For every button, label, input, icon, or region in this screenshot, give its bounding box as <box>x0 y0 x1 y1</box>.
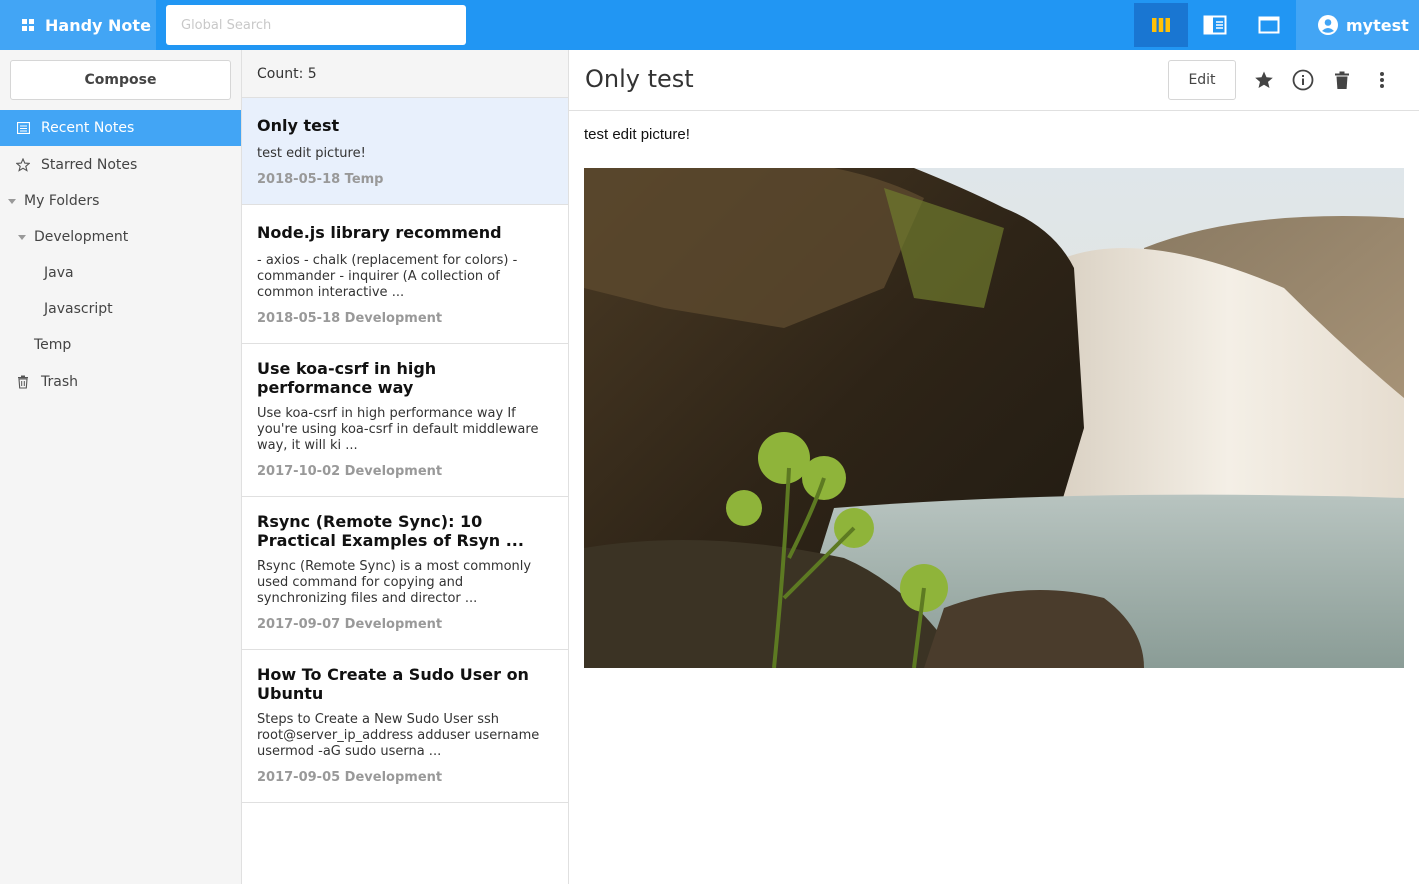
waterfall-image <box>584 168 1404 668</box>
note-list: Count: 5 Only test test edit picture! 20… <box>242 50 569 884</box>
user-name: mytest <box>1346 15 1409 35</box>
apps-grid-icon <box>22 19 34 31</box>
note-content: Only test Edit test edit picture! <box>569 50 1419 884</box>
star-icon <box>1255 71 1273 88</box>
sidebar-item-label: Trash <box>41 374 78 390</box>
note-list-item[interactable]: Only test test edit picture! 2018-05-18 … <box>242 98 568 205</box>
note-title: Rsync (Remote Sync): 10 Practical Exampl… <box>257 512 524 550</box>
note-summary: Rsync (Remote Sync) is a most commonly u… <box>257 559 532 606</box>
window-icon <box>1258 16 1280 34</box>
note-count: Count: 5 <box>242 50 568 98</box>
three-column-view-button[interactable] <box>1134 3 1188 47</box>
user-menu[interactable]: mytest <box>1296 0 1419 50</box>
note-meta: 2017-09-05 Development <box>257 770 443 785</box>
chevron-down-icon <box>8 198 16 204</box>
app-brand[interactable]: Handy Note <box>0 0 156 50</box>
sidebar-item-label: Temp <box>34 337 72 353</box>
star-outline-icon <box>16 158 30 172</box>
trash-icon <box>16 375 30 389</box>
sidebar-item-label: Starred Notes <box>41 157 138 173</box>
sidebar-item-label: Recent Notes <box>41 120 135 136</box>
note-title: Only test <box>257 116 340 135</box>
note-title: How To Create a Sudo User on Ubuntu <box>257 665 529 703</box>
sidebar-item-trash[interactable]: Trash <box>0 364 241 400</box>
edit-button[interactable]: Edit <box>1168 60 1236 100</box>
sidebar-item-development[interactable]: Development <box>0 219 241 255</box>
sidebar-item-label: Javascript <box>44 301 113 317</box>
more-vert-icon <box>1380 72 1384 88</box>
info-icon <box>1292 69 1314 91</box>
note-summary: Steps to Create a New Sudo User ssh root… <box>257 712 540 759</box>
split-view-icon <box>1203 15 1227 35</box>
two-column-view-button[interactable] <box>1188 3 1242 47</box>
content-header: Only test Edit <box>569 50 1419 111</box>
note-summary: Use koa-csrf in high performance way If … <box>257 406 539 453</box>
sidebar-item-my-folders[interactable]: My Folders <box>0 183 241 219</box>
compose-button[interactable]: Compose <box>10 60 231 100</box>
sidebar-item-label: My Folders <box>24 193 100 209</box>
chevron-down-icon <box>18 234 26 240</box>
global-search-input[interactable] <box>166 5 466 45</box>
sidebar-item-label: Development <box>34 229 129 245</box>
note-title: Use koa-csrf in high performance way <box>257 359 437 397</box>
trash-icon <box>1335 71 1349 89</box>
single-view-button[interactable] <box>1242 3 1296 47</box>
sidebar-item-temp[interactable]: Temp <box>0 327 241 363</box>
sidebar-item-starred-notes[interactable]: Starred Notes <box>0 147 241 183</box>
note-meta: 2018-05-18 Development <box>257 311 443 326</box>
sidebar-item-label: Java <box>44 265 74 281</box>
note-list-item[interactable]: Use koa-csrf in high performance way Use… <box>242 344 568 497</box>
note-meta: 2017-10-02 Development <box>257 464 443 479</box>
note-list-item[interactable]: Rsync (Remote Sync): 10 Practical Exampl… <box>242 497 568 650</box>
account-circle-icon <box>1318 15 1338 35</box>
note-list-item[interactable]: Node.js library recommend - axios - chal… <box>242 205 568 344</box>
note-title-heading: Only test <box>585 65 694 93</box>
star-button[interactable] <box>1252 68 1276 92</box>
delete-button[interactable] <box>1330 68 1354 92</box>
sidebar-item-recent-notes[interactable]: Recent Notes <box>0 110 241 146</box>
sidebar-item-javascript[interactable]: Javascript <box>0 291 241 327</box>
sidebar: Compose Recent Notes Starred Notes My Fo… <box>0 50 242 884</box>
columns-icon <box>1152 18 1170 32</box>
note-meta: 2018-05-18 Temp <box>257 172 384 187</box>
note-meta: 2017-09-07 Development <box>257 617 443 632</box>
app-name: Handy Note <box>45 15 151 35</box>
list-icon <box>16 121 30 135</box>
note-list-item[interactable]: How To Create a Sudo User on Ubuntu Step… <box>242 650 568 803</box>
more-button[interactable] <box>1370 68 1394 92</box>
info-button[interactable] <box>1291 68 1315 92</box>
note-summary: test edit picture! <box>257 146 366 161</box>
top-bar: Handy Note mytest <box>0 0 1419 50</box>
note-summary: - axios - chalk (replacement for colors)… <box>257 253 518 300</box>
note-body-text: test edit picture! <box>584 126 690 143</box>
note-title: Node.js library recommend <box>257 223 502 242</box>
sidebar-item-java[interactable]: Java <box>0 255 241 291</box>
